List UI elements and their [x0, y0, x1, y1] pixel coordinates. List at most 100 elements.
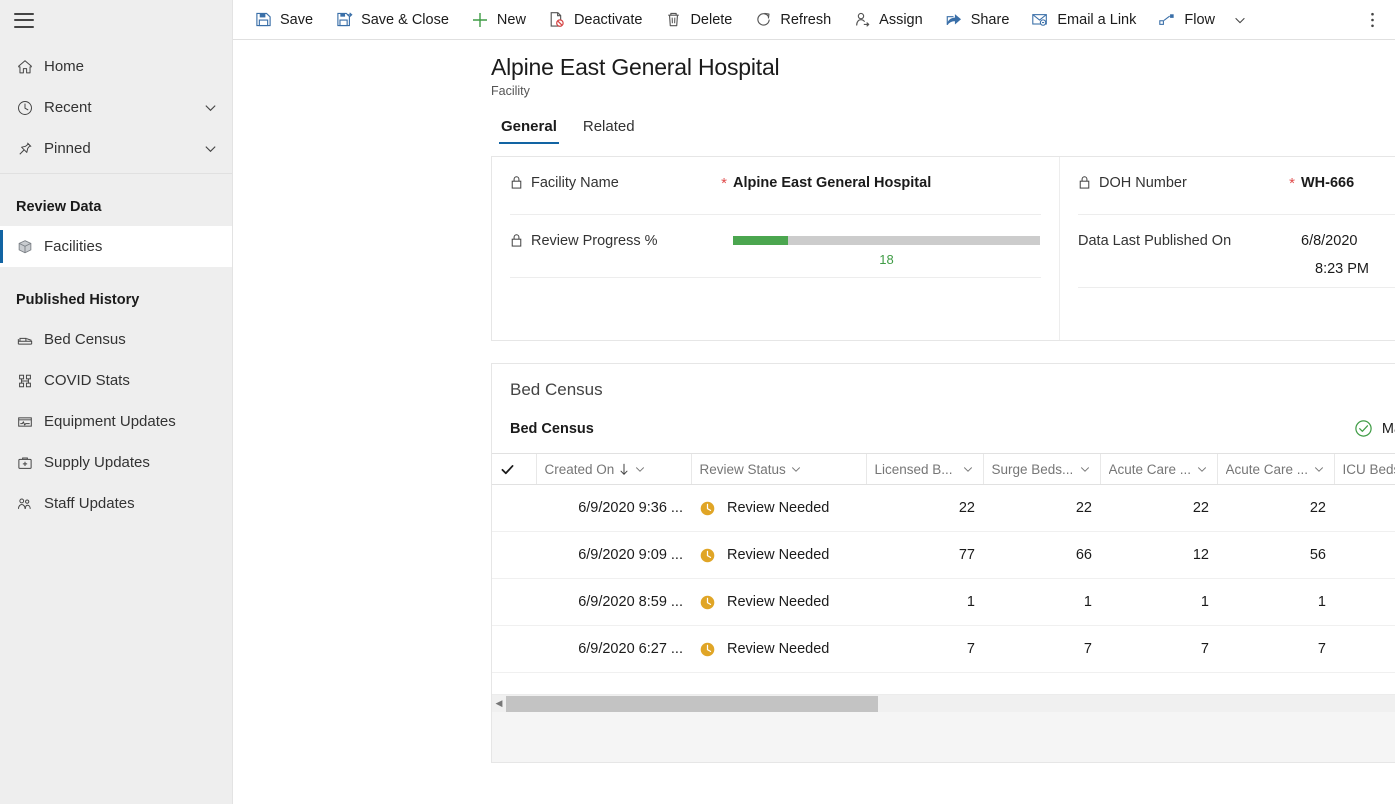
cell-numeric[interactable]: 1 [983, 579, 1100, 626]
refresh-button[interactable]: Refresh [743, 0, 842, 40]
share-button[interactable]: Share [934, 0, 1021, 40]
sidebar-item-covid-stats[interactable]: COVID Stats [0, 360, 232, 401]
cell-created-on[interactable]: 6/9/2020 6:27 ... [536, 626, 691, 673]
cell-numeric[interactable]: 77 [866, 532, 983, 579]
select-all-header[interactable] [492, 454, 536, 485]
published-time-value[interactable]: 8:23 PM [1301, 261, 1395, 277]
cell-numeric[interactable]: 20 [1334, 532, 1395, 579]
clock-amber-icon [699, 594, 716, 611]
assign-button[interactable]: Assign [842, 0, 934, 40]
save-close-icon [335, 11, 353, 29]
cell-review-status[interactable]: Review Needed [691, 626, 866, 673]
column-header-licensed-beds[interactable]: Licensed B... [866, 454, 983, 485]
sidebar-group-title-review-data: Review Data [0, 188, 232, 226]
column-header-icu-beds-1[interactable]: ICU Beds (... [1334, 454, 1395, 485]
hamburger-icon[interactable] [14, 13, 34, 28]
chevron-down-icon[interactable] [1233, 13, 1247, 27]
cell-numeric[interactable]: 22 [1334, 485, 1395, 532]
chevron-down-icon[interactable] [634, 463, 647, 475]
sidebar-item-pinned[interactable]: Pinned [0, 128, 232, 169]
cell-numeric[interactable]: 22 [1100, 485, 1217, 532]
delete-button[interactable]: Delete [653, 0, 743, 40]
deactivate-button[interactable]: Deactivate [537, 0, 654, 40]
sidebar-item-bed-census[interactable]: Bed Census [0, 319, 232, 360]
table-row[interactable]: 6/9/2020 8:59 ...Review Needed111111No [492, 579, 1395, 626]
chevron-down-icon[interactable] [200, 141, 220, 156]
chevron-down-icon[interactable] [1196, 463, 1209, 475]
row-select-cell[interactable] [492, 626, 536, 673]
cell-numeric[interactable]: 1 [1217, 579, 1334, 626]
column-header-acute-care-1[interactable]: Acute Care ... [1100, 454, 1217, 485]
cell-review-status[interactable]: Review Needed [691, 579, 866, 626]
cell-numeric[interactable]: 7 [866, 626, 983, 673]
sidebar-item-equipment-updates[interactable]: Equipment Updates [0, 401, 232, 442]
cell-numeric[interactable]: 1 [866, 579, 983, 626]
cell-numeric[interactable]: 56 [1217, 532, 1334, 579]
lock-icon [510, 175, 524, 190]
sidebar-item-staff-updates[interactable]: Staff Updates [0, 483, 232, 524]
cell-numeric[interactable]: 22 [983, 485, 1100, 532]
cell-numeric[interactable]: 66 [983, 532, 1100, 579]
table-row[interactable]: 6/9/2020 6:27 ...Review Needed777777Yes [492, 626, 1395, 673]
column-header-review-status[interactable]: Review Status [691, 454, 866, 485]
column-header-acute-care-2[interactable]: Acute Care ... [1217, 454, 1334, 485]
status-label: Review Needed [727, 594, 829, 610]
command-bar-overflow-button[interactable] [1353, 0, 1391, 40]
cell-numeric[interactable]: 7 [1100, 626, 1217, 673]
cell-numeric[interactable]: 7 [1334, 626, 1395, 673]
save-button[interactable]: Save [243, 0, 324, 40]
column-header-label: Surge Beds... [992, 462, 1074, 477]
new-button[interactable]: New [460, 0, 537, 40]
cell-review-status[interactable]: Review Needed [691, 532, 866, 579]
sidebar-item-facilities[interactable]: Facilities [0, 226, 232, 267]
scroll-left-icon[interactable]: ◀ [492, 698, 506, 709]
row-select-cell[interactable] [492, 579, 536, 626]
cell-numeric[interactable]: 7 [983, 626, 1100, 673]
chevron-down-icon[interactable] [1313, 463, 1326, 475]
arrow-down-icon [618, 463, 630, 476]
tab-related[interactable]: Related [573, 114, 645, 144]
column-header-surge-beds[interactable]: Surge Beds... [983, 454, 1100, 485]
table-header-row: Created On [492, 454, 1395, 485]
sidebar-item-label: Facilities [44, 238, 220, 255]
published-date-value[interactable]: 6/8/2020 [1301, 233, 1395, 249]
facility-name-value[interactable]: Alpine East General Hospital [733, 174, 1041, 191]
flow-button[interactable]: Flow [1147, 0, 1258, 40]
chevron-down-icon[interactable] [790, 463, 803, 475]
column-header-created-on[interactable]: Created On [536, 454, 691, 485]
cell-review-status[interactable]: Review Needed [691, 485, 866, 532]
table-row[interactable]: 6/9/2020 9:09 ...Review Needed7766125620… [492, 532, 1395, 579]
status-label: Review Needed [727, 641, 829, 657]
sidebar-item-home[interactable]: Home [0, 46, 232, 87]
row-select-cell[interactable] [492, 532, 536, 579]
cell-created-on[interactable]: 6/9/2020 9:09 ... [536, 532, 691, 579]
cell-created-on[interactable]: 6/9/2020 8:59 ... [536, 579, 691, 626]
doh-number-value[interactable]: WH-666 [1301, 174, 1395, 191]
save-and-close-button[interactable]: Save & Close [324, 0, 460, 40]
column-header-label: Acute Care ... [1109, 462, 1192, 477]
email-a-link-button[interactable]: Email a Link [1020, 0, 1147, 40]
chevron-down-icon[interactable] [1079, 463, 1092, 475]
cell-numeric[interactable]: 1 [1100, 579, 1217, 626]
sidebar-item-supply-updates[interactable]: Supply Updates [0, 442, 232, 483]
cell-numeric[interactable]: 22 [1217, 485, 1334, 532]
refresh-icon [754, 11, 772, 29]
flow-icon [1158, 11, 1176, 29]
row-select-cell[interactable] [492, 485, 536, 532]
tab-general[interactable]: General [491, 114, 567, 144]
chevron-down-icon[interactable] [962, 463, 975, 475]
sidebar-item-recent[interactable]: Recent [0, 87, 232, 128]
deactivate-icon [548, 11, 566, 29]
cell-created-on[interactable]: 6/9/2020 9:36 ... [536, 485, 691, 532]
chevron-down-icon[interactable] [200, 100, 220, 115]
cell-numeric[interactable]: 1 [1334, 579, 1395, 626]
scrollbar-thumb[interactable] [506, 696, 878, 712]
mark-complete-button[interactable]: Mark Complete [1344, 414, 1395, 443]
table-row[interactable]: 6/9/2020 9:36 ...Review Needed2222222222… [492, 485, 1395, 532]
field-label-text: Data Last Published On [1078, 232, 1231, 252]
cell-numeric[interactable]: 7 [1217, 626, 1334, 673]
horizontal-scrollbar[interactable]: ◀ ▶ [492, 694, 1395, 712]
scrollbar-track[interactable] [506, 695, 1395, 713]
cell-numeric[interactable]: 12 [1100, 532, 1217, 579]
cell-numeric[interactable]: 22 [866, 485, 983, 532]
